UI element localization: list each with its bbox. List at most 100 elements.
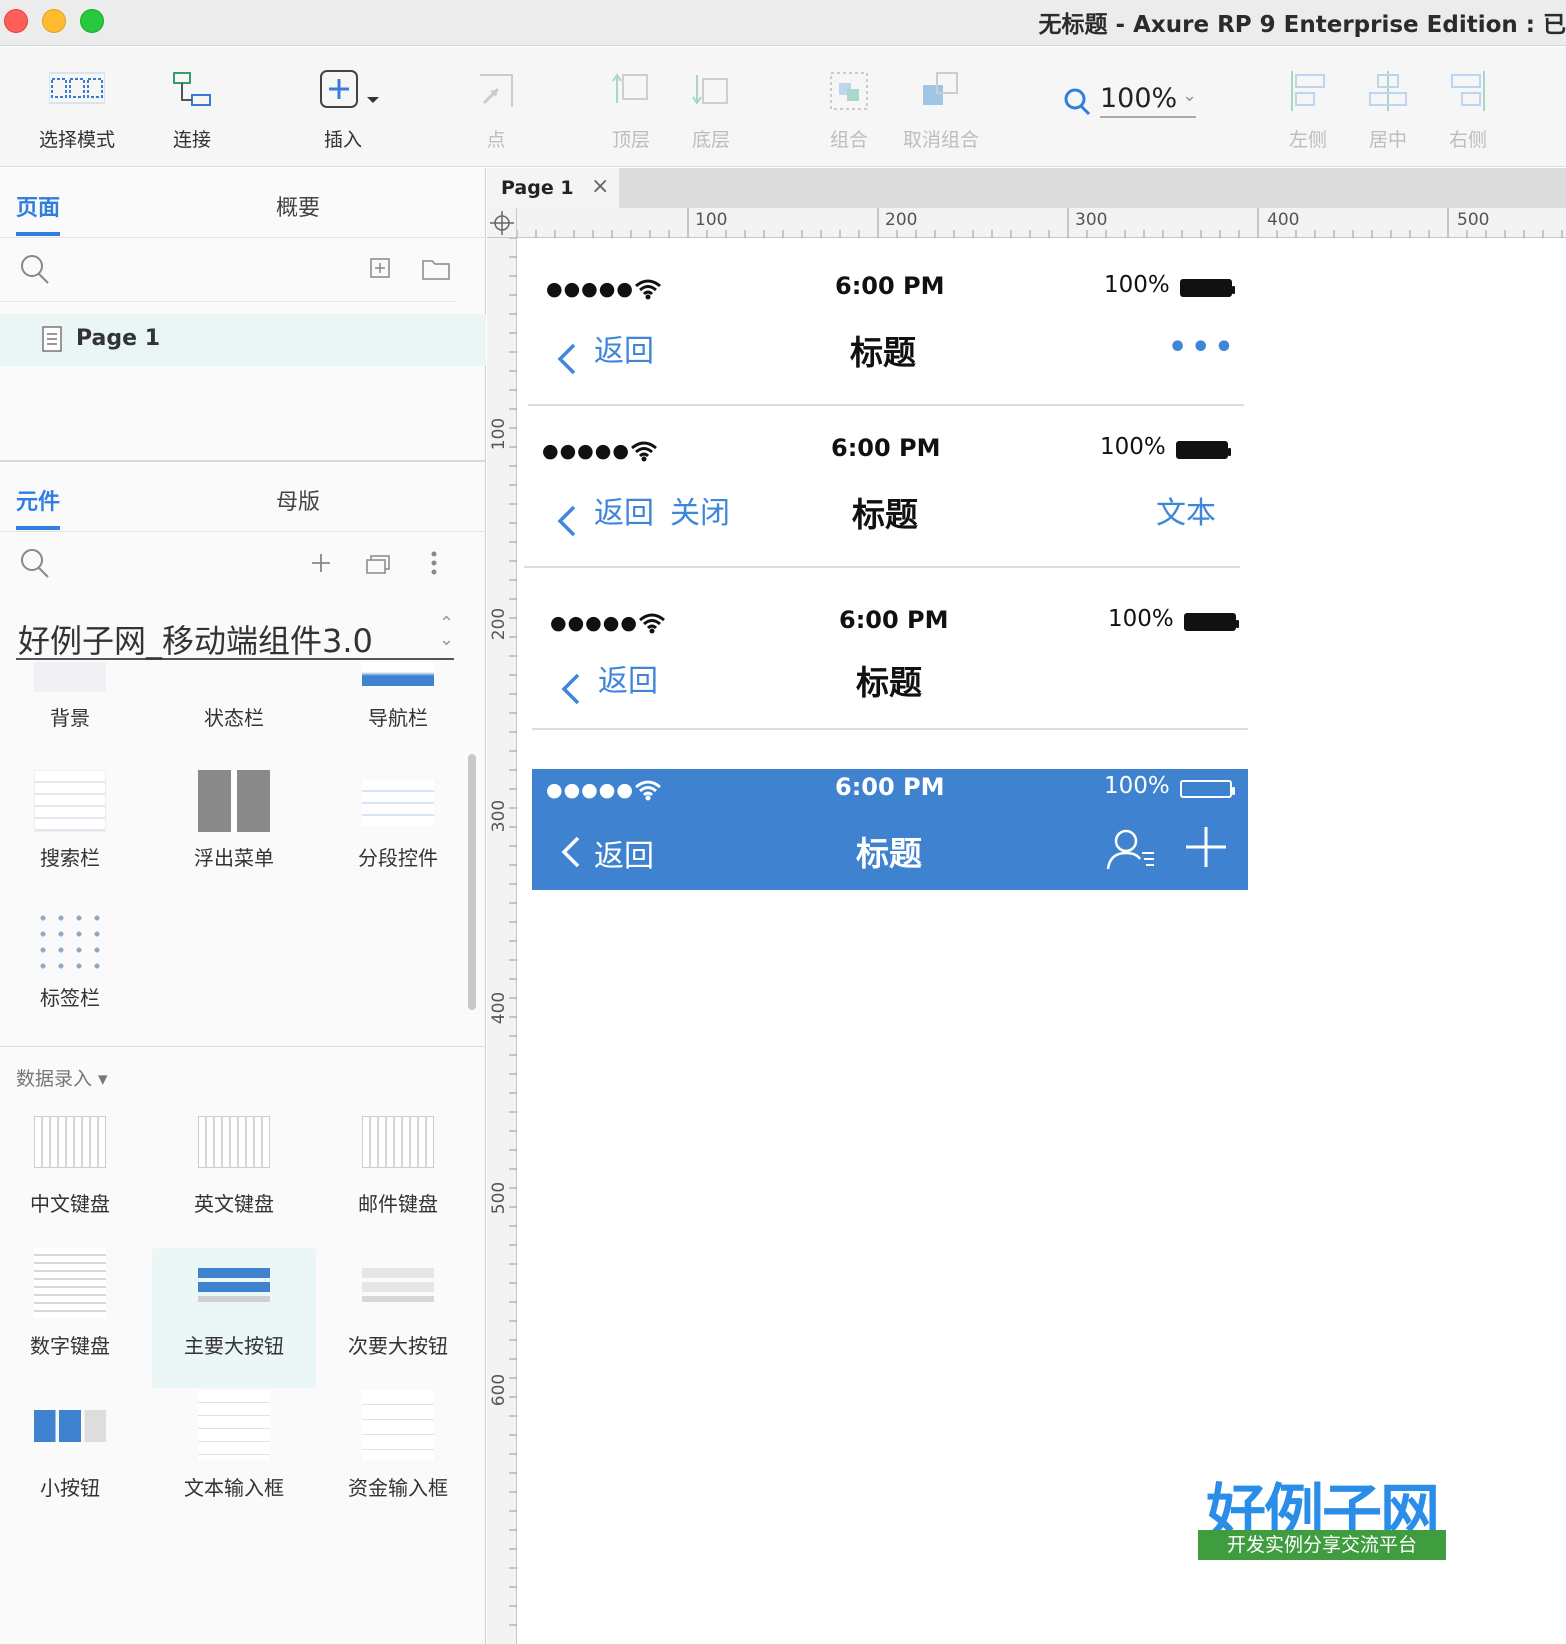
connect-button[interactable]: 连接 [150,47,234,167]
page-icon [42,326,62,352]
divider [528,404,1244,406]
library-stack-icon[interactable] [366,552,394,574]
divider [532,728,1248,730]
widget-text-input[interactable]: 文本输入框 [152,1390,316,1530]
close-icon[interactable]: × [591,174,609,199]
back-button[interactable]: 返回 [598,656,658,700]
watermark-logo: 好例子网 开发实例分享交流平台 [1198,1464,1446,1564]
signal-icon: ●●●●● [546,278,634,300]
pages-toolbar [0,240,456,302]
chevron-left-icon[interactable] [560,672,582,706]
wifi-icon [635,780,661,801]
ungroup-icon [923,72,958,105]
point-button[interactable]: 点 [466,47,526,167]
send-back-icon [692,75,728,105]
status-bar: ●●●●● 6:00 PM 100% [532,769,1248,809]
tab-widgets[interactable]: 元件 [16,484,61,530]
status-bar: ●●●●● 6:00 PM 100% [532,602,1248,642]
library-panel-tabs: 元件 母版 [0,462,486,532]
insert-button[interactable]: 插入 [300,47,386,167]
back-button[interactable]: 返回 [594,326,654,370]
zoom-search-icon [1064,88,1091,116]
text-action-button[interactable]: 文本 [1156,488,1216,532]
navbar-title: 标题 [856,663,922,702]
tab-pages[interactable]: 页面 [16,190,61,236]
widget-tab-bar[interactable]: 标签栏 [0,910,152,1050]
widget-thumbnail [198,1116,270,1168]
widget-thumbnail [362,1116,434,1168]
widget-thumbnail [198,770,270,832]
widget-primary-button[interactable]: 主要大按钮 [152,1248,316,1388]
signal-icon: ●●●●● [550,612,638,634]
section-header-data-input[interactable]: 数据录入 ▾ [16,1064,108,1091]
scrollbar[interactable] [468,754,476,1010]
contacts-icon[interactable] [1106,827,1158,871]
search-icon[interactable] [20,548,50,580]
widget-number-keyboard[interactable]: 数字键盘 [0,1248,152,1388]
widget-amount-input[interactable]: 资金输入框 [316,1390,480,1530]
ruler-vertical: 100 200 300 400 500 600 [487,238,517,1644]
ruler-ticks [517,208,1563,238]
wifi-icon [635,279,661,300]
connector-icon [173,72,211,106]
align-right-icon [1451,71,1485,111]
add-icon[interactable] [1184,825,1228,869]
navbar-widget-4[interactable]: ●●●●● 6:00 PM 100% 返回 标题 [532,769,1248,890]
navbar-widget-3[interactable]: ●●●●● 6:00 PM 100% 返回 标题 [532,602,1248,740]
widget-english-keyboard[interactable]: 英文键盘 [152,1116,316,1256]
toolbar: 选择模式 连接 插入 点 顶层 底层 组合 取消组合 100% ⌄ 左侧 居中 … [0,47,1566,167]
chevron-left-icon[interactable] [556,504,578,538]
wifi-icon [639,613,665,634]
back-button[interactable]: 返回 [594,488,654,532]
status-bar: ●●●●● 6:00 PM 100% [528,268,1244,308]
widget-segmented-control[interactable]: 分段控件 [316,770,480,910]
widget-thumbnail [34,662,106,692]
library-dropdown[interactable]: 好例子网_移动端组件3.0 ⌃ ⌄ [16,614,454,660]
left-panel: 页面 概要 Page 1 元件 母版 好例子网_移动端组件3.0 ⌃ ⌄ 背景 … [0,168,486,1644]
widget-email-keyboard[interactable]: 邮件键盘 [316,1116,480,1256]
widget-secondary-button[interactable]: 次要大按钮 [316,1248,480,1388]
close-window-button[interactable] [4,9,28,33]
align-right-button[interactable]: 右侧 [1436,47,1500,167]
align-left-button[interactable]: 左侧 [1276,47,1340,167]
widget-thumbnail [34,770,106,832]
navbar-widget-1[interactable]: ●●●●● 6:00 PM 100% 返回 标题 ••• [528,268,1244,406]
page-tab-bar: Page 1 × [487,168,1566,208]
widget-small-button[interactable]: 小按钮 [0,1390,152,1530]
wifi-icon [631,441,657,462]
group-button[interactable]: 组合 [816,47,882,167]
tab-masters[interactable]: 母版 [276,484,320,516]
minimize-window-button[interactable] [42,9,66,33]
tab-page-1[interactable]: Page 1 × [487,168,619,208]
send-back-button[interactable]: 底层 [676,47,746,167]
widget-chinese-keyboard[interactable]: 中文键盘 [0,1116,152,1256]
navbar-widget-2[interactable]: ●●●●● 6:00 PM 100% 返回 关闭 标题 文本 [524,430,1240,568]
chevron-left-icon[interactable] [560,835,582,869]
add-page-icon[interactable] [370,258,390,278]
tab-outline[interactable]: 概要 [276,190,320,222]
close-button[interactable]: 关闭 [670,488,730,532]
add-library-icon[interactable] [310,552,332,574]
maximize-window-button[interactable] [80,9,104,33]
ruler-origin[interactable] [487,208,517,238]
widget-search-bar[interactable]: 搜索栏 [0,770,152,910]
bring-front-icon [612,73,648,103]
section-divider [0,1046,486,1047]
chevron-left-icon[interactable] [556,342,578,376]
add-folder-icon[interactable] [422,258,450,280]
more-options-icon[interactable] [430,550,438,576]
select-mode-button[interactable]: 选择模式 [10,47,144,167]
more-options-icon[interactable]: ••• [1168,330,1238,365]
widget-popup-menu[interactable]: 浮出菜单 [152,770,316,910]
align-center-button[interactable]: 居中 [1356,47,1420,167]
page-list-item[interactable]: Page 1 [0,314,486,366]
widget-thumbnail [34,1410,106,1442]
bring-front-button[interactable]: 顶层 [596,47,666,167]
ungroup-button[interactable]: 取消组合 [896,47,986,167]
widget-thumbnail [362,1390,434,1460]
canvas-area: Page 1 × 100 200 300 400 500 100 200 300… [487,168,1566,1644]
search-icon[interactable] [20,254,50,286]
back-button[interactable]: 返回 [594,831,654,875]
navbar-title: 标题 [856,834,922,873]
widget-thumbnail [362,1268,434,1302]
